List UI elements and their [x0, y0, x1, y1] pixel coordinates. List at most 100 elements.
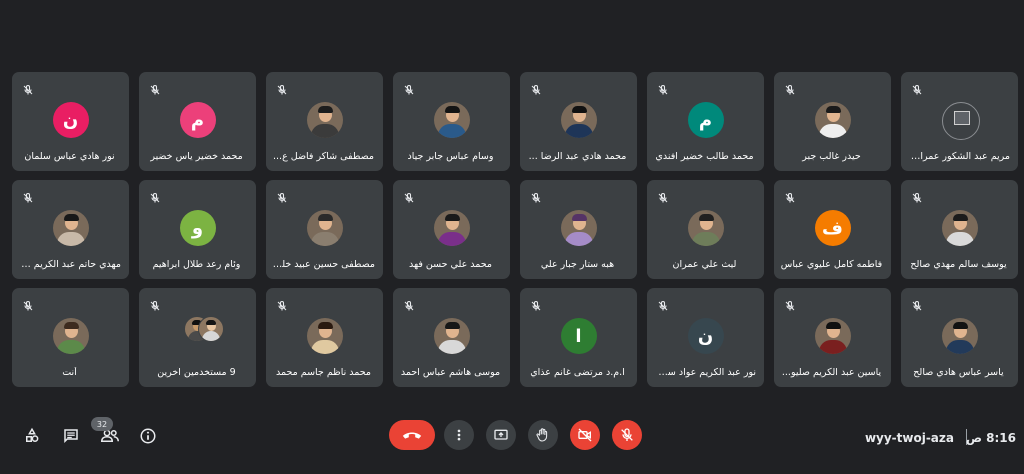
mic-off-icon	[911, 189, 923, 203]
participant-tile[interactable]: وسام عباس جابر جياد	[393, 72, 510, 171]
participant-tile[interactable]: ف فاطمه كامل عليوي عباس	[774, 180, 891, 279]
participant-name: محمد هادي عبد الرضا ...	[528, 151, 627, 162]
avatar	[306, 102, 343, 138]
participant-tile[interactable]: أنت	[12, 288, 129, 387]
participant-tile[interactable]: ليث علي عمران	[647, 180, 764, 279]
more-options-icon	[457, 429, 461, 441]
participant-name: نور عبد الكريم عواد سل...	[653, 367, 756, 378]
mic-off-icon	[657, 189, 669, 203]
participant-name: هبه ستار جبار علي	[540, 259, 615, 270]
avatar	[306, 210, 343, 246]
avatar	[941, 210, 978, 246]
present-screen-icon	[494, 429, 508, 440]
raise-hand-icon	[536, 428, 548, 442]
participant-tile[interactable]: حيدر غالب جبر	[774, 72, 891, 171]
avatar	[433, 318, 470, 354]
mic-off-icon	[530, 81, 542, 95]
mic-off-icon	[784, 189, 796, 203]
participant-name: يوسف سالم مهدي صالح	[910, 259, 1007, 270]
more-options-button[interactable]	[444, 420, 474, 450]
broken-image-icon	[941, 102, 980, 140]
info-icon[interactable]	[137, 425, 159, 447]
participant-name: 9 مستخدمين آخرين	[157, 367, 236, 378]
mic-off-icon	[22, 297, 34, 311]
participant-name: محمد طالب خضير افندي	[655, 151, 754, 162]
mic-off-icon	[530, 297, 542, 311]
participant-tile[interactable]: ن نور عبد الكريم عواد سل...	[647, 288, 764, 387]
mic-off-icon	[22, 81, 34, 95]
participant-name: مصطفى حسين عبيد خليف	[272, 259, 375, 270]
participant-tile[interactable]: ياسين عبد الكريم صليو...	[774, 288, 891, 387]
avatar	[814, 318, 851, 354]
participant-name: وئام رعد طلال ابراهيم	[152, 259, 241, 270]
chat-icon[interactable]	[60, 425, 82, 447]
participant-tile[interactable]: محمد هادي عبد الرضا ...	[520, 72, 637, 171]
avatar-initial: ن	[687, 318, 724, 354]
participant-name: فاطمه كامل عليوي عباس	[780, 259, 883, 270]
participant-tile[interactable]: موسى هاشم عباس احمد	[393, 288, 510, 387]
participant-tile[interactable]: محمد ناظم جاسم محمد	[266, 288, 383, 387]
participant-name: ياسين عبد الكريم صليو...	[781, 367, 882, 378]
camera-off-icon	[578, 428, 592, 442]
participant-tile[interactable]: م محمد خضير ياس خضير	[139, 72, 256, 171]
mic-off-icon	[621, 428, 633, 441]
mic-off-icon	[784, 297, 796, 311]
participant-tile[interactable]: هبه ستار جبار علي	[520, 180, 637, 279]
participant-tile[interactable]: ياسر عباس هادي صالح	[901, 288, 1018, 387]
participant-tile[interactable]: مهدي حاتم عبد الكريم ه...	[12, 180, 129, 279]
participant-name: محمد ناظم جاسم محمد	[276, 367, 371, 378]
participant-tile[interactable]: ن نور هادي عباس سلمان	[12, 72, 129, 171]
end-call-button[interactable]	[389, 420, 435, 450]
raise-hand-button[interactable]	[528, 420, 558, 450]
participants-count-badge: 32	[91, 417, 113, 431]
mic-off-icon	[911, 81, 923, 95]
avatar-initial: ن	[52, 102, 89, 138]
participant-tile[interactable]: م محمد طالب خضير افندي	[647, 72, 764, 171]
avatar	[52, 210, 89, 246]
avatar-initial: ف	[814, 210, 851, 246]
participant-name: مهدي حاتم عبد الكريم ه...	[18, 259, 121, 270]
camera-toggle-button[interactable]	[570, 420, 600, 450]
avatar	[197, 316, 224, 342]
avatar	[433, 102, 470, 138]
participant-name: أنت	[62, 367, 77, 378]
participant-tile[interactable]: مصطفى حسين عبيد خليف	[266, 180, 383, 279]
participant-tile[interactable]: محمد علي حسن فهد	[393, 180, 510, 279]
mic-off-icon	[22, 189, 34, 203]
participant-tile[interactable]: و وئام رعد طلال ابراهيم	[139, 180, 256, 279]
participant-tile[interactable]: ا ا.م.د مرتضى غانم عذاي	[520, 288, 637, 387]
avatar	[433, 210, 470, 246]
participant-tile[interactable]: مريم عبد الشكور عمران...	[901, 72, 1018, 171]
avatar-initial: ا	[560, 318, 597, 354]
mic-off-icon	[403, 81, 415, 95]
mic-off-icon	[276, 189, 288, 203]
participant-name: وسام عباس جابر جياد	[407, 151, 494, 162]
avatar	[941, 318, 978, 354]
participant-name: حيدر غالب جبر	[802, 151, 861, 162]
participant-name: ياسر عباس هادي صالح	[913, 367, 1004, 378]
meeting-time: 8:16 ص	[965, 431, 1016, 445]
mic-toggle-button[interactable]	[612, 420, 642, 450]
bottom-toolbar: 32 wyy-twoj-aza 8:16 ص	[0, 417, 1024, 457]
mic-off-icon	[276, 81, 288, 95]
avatar	[687, 210, 724, 246]
participant-name: موسى هاشم عباس احمد	[400, 367, 501, 378]
participant-name: نور هادي عباس سلمان	[24, 151, 115, 162]
avatar-initial: و	[179, 210, 216, 246]
mic-off-icon	[403, 189, 415, 203]
mic-off-icon	[530, 189, 542, 203]
participant-tile[interactable]: 9 مستخدمين آخرين	[139, 288, 256, 387]
participant-tile[interactable]: مصطفى شاكر فاضل ع...	[266, 72, 383, 171]
mic-off-icon	[403, 297, 415, 311]
participant-name: مصطفى شاكر فاضل ع...	[273, 151, 374, 162]
participant-name: محمد خضير ياس خضير	[150, 151, 243, 162]
end-call-icon	[402, 432, 422, 439]
avatar	[306, 318, 343, 354]
present-screen-button[interactable]	[486, 420, 516, 450]
avatar	[560, 102, 597, 138]
avatar-initial: م	[179, 102, 216, 138]
activities-icon[interactable]	[21, 425, 43, 447]
participant-name: ليث علي عمران	[672, 259, 737, 270]
participant-tile[interactable]: يوسف سالم مهدي صالح	[901, 180, 1018, 279]
mic-off-icon	[784, 81, 796, 95]
